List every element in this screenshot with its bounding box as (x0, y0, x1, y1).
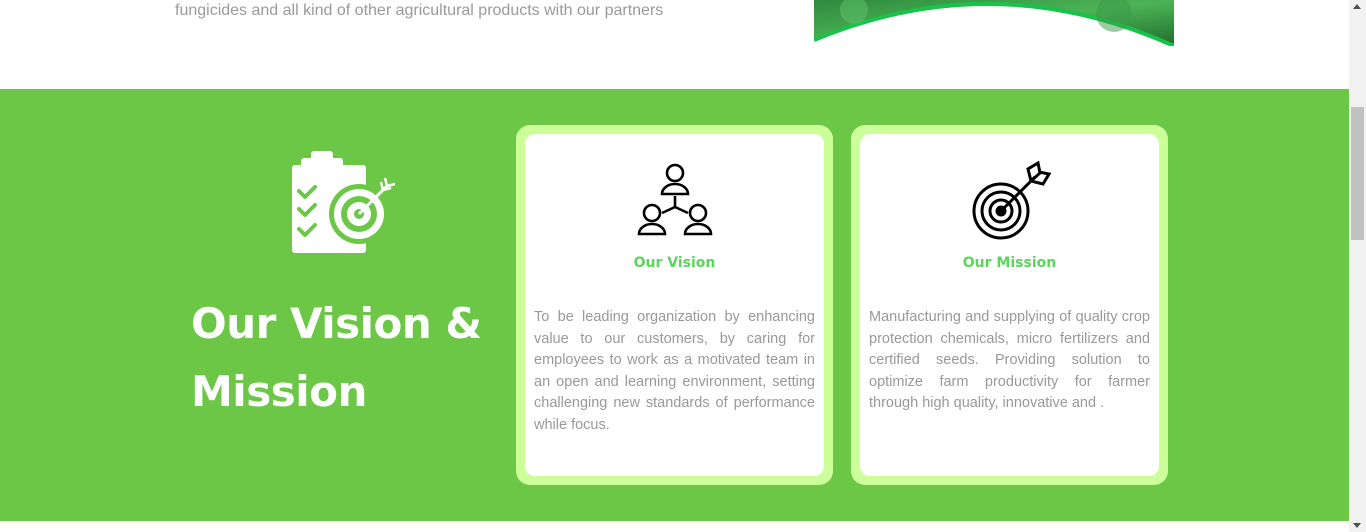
intro-text: fungicides and all kind of other agricul… (175, 2, 664, 19)
scroll-down-arrow-icon[interactable] (1353, 523, 1361, 528)
vision-title: Our Vision (633, 255, 716, 271)
vision-card-body: Our Vision To be leading organization by… (525, 134, 824, 476)
mission-card: Our Mission Manufacturing and supplying … (851, 125, 1168, 485)
hero-image (814, 0, 1174, 46)
vision-card: Our Vision To be leading organization by… (516, 125, 833, 485)
vision-text: To be leading organization by enhancing … (534, 309, 815, 433)
mission-text: Manufacturing and supplying of quality c… (869, 309, 1150, 412)
clipboard-target-icon (292, 151, 395, 253)
scrollbar-thumb[interactable] (1351, 107, 1364, 240)
target-arrow-icon (972, 161, 1051, 240)
mission-card-body: Our Mission Manufacturing and supplying … (860, 134, 1159, 476)
section-heading: Our Vision & Mission (191, 299, 482, 416)
page: fungicides and all kind of other agricul… (0, 0, 1349, 532)
scroll-up-arrow-icon[interactable] (1353, 4, 1361, 9)
team-network-icon (637, 163, 712, 236)
mission-title: Our Mission (962, 255, 1057, 271)
vertical-scrollbar[interactable] (1349, 0, 1366, 532)
